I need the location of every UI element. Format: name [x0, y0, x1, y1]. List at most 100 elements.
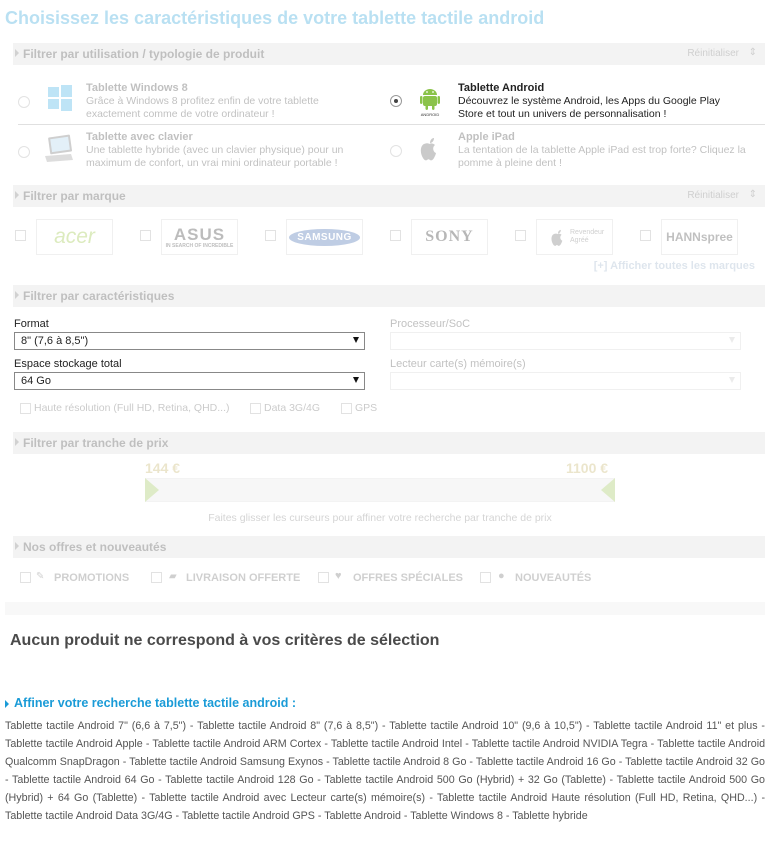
expand-arrow-icon — [15, 191, 19, 199]
show-all-brands-link[interactable]: [+] Afficher toutes les marques — [594, 260, 755, 272]
price-slider-max-handle[interactable] — [601, 478, 615, 502]
refine-link[interactable]: Tablette tactile Android ARM Cortex — [152, 738, 321, 750]
checkbox-new-arrivals[interactable] — [480, 572, 491, 583]
link-separator: - — [137, 792, 150, 804]
brand-name: HANNspree — [666, 230, 733, 244]
features-section-title: Filtrer par caractéristiques — [23, 289, 175, 303]
refine-link[interactable]: Tablette tactile Android 11" et plus — [593, 720, 757, 732]
refine-link[interactable]: Tablette Android — [324, 810, 401, 822]
refine-link[interactable]: Tablette tactile Android 500 Go (Hybrid)… — [324, 774, 606, 786]
refine-link[interactable]: Tablette tactile Android 128 Go — [165, 774, 313, 786]
radio-android[interactable] — [390, 95, 402, 107]
card-reader-select[interactable] — [390, 372, 741, 390]
usage-item-title: Apple iPad — [458, 131, 515, 143]
refine-link[interactable]: Tablette tactile Android 8 Go — [332, 756, 466, 768]
usage-item-title: Tablette avec clavier — [86, 131, 193, 143]
refine-link[interactable]: Tablette tactile Android 10" (9,6 à 10,5… — [389, 720, 582, 732]
link-separator: - — [466, 756, 476, 768]
refine-link[interactable]: Tablette tactile Android Haute résolutio… — [437, 792, 757, 804]
checkbox-data-3g4g[interactable] — [250, 403, 261, 414]
sort-arrows-icon[interactable]: ⇕ — [749, 189, 757, 200]
brand-reset-link[interactable]: Réinitialiser — [687, 190, 739, 201]
divider — [18, 124, 765, 125]
refine-link[interactable]: Tablette tactile Android Data 3G/4G — [5, 810, 173, 822]
brand-name: Revendeur Agréé — [570, 229, 605, 244]
usage-item-desc: Découvrez le système Android, les Apps d… — [458, 95, 721, 120]
link-separator: - — [400, 810, 411, 822]
checkbox-high-resolution[interactable] — [20, 403, 31, 414]
refine-link[interactable]: Tablette hybride — [512, 810, 587, 822]
brand-logo-acer[interactable]: acer — [36, 219, 113, 255]
chevron-down-icon — [353, 337, 359, 343]
filter-panel: Filtrer par utilisation / typologie de p… — [5, 38, 765, 615]
brand-name: acer — [54, 225, 95, 248]
high-resolution-label: Haute résolution (Full HD, Retina, QHD..… — [34, 402, 230, 414]
offers-section-header[interactable]: Nos offres et nouveautés — [13, 536, 765, 558]
price-section-title: Filtrer par tranche de prix — [23, 436, 169, 450]
price-slider-min-handle[interactable] — [145, 478, 159, 502]
refine-link[interactable]: Tablette tactile Android 32 Go — [625, 756, 765, 768]
price-slider-track[interactable] — [145, 478, 615, 502]
link-separator: - — [605, 774, 617, 786]
checkbox-brand-asus[interactable] — [140, 230, 151, 241]
no-results-message: Aucun produit ne correspond à vos critèr… — [10, 632, 440, 649]
brand-section-header[interactable]: Filtrer par marque Réinitialiser ⇕ — [13, 185, 765, 207]
offers-section-title: Nos offres et nouveautés — [23, 540, 167, 554]
refine-link[interactable]: Tablette tactile Android NVIDIA Tegra — [472, 738, 648, 750]
brand-logo-asus[interactable]: ASUS IN SEARCH OF INCREDIBLE — [161, 219, 238, 255]
brand-logo-sony[interactable]: SONY — [411, 219, 488, 255]
refine-link[interactable]: Tablette tactile Android avec Lecteur ca… — [149, 792, 425, 804]
special-offers-label: OFFRES SPÉCIALES — [353, 572, 464, 584]
new-arrivals-label: NOUVEAUTÉS — [515, 572, 592, 584]
refine-link[interactable]: Tablette Windows 8 — [410, 810, 503, 822]
refine-link[interactable]: Tablette tactile Android 16 Go — [476, 756, 616, 768]
storage-select[interactable]: 64 Go — [14, 372, 365, 390]
checkbox-free-delivery[interactable] — [151, 572, 162, 583]
link-separator: - — [313, 774, 325, 786]
brand-logo-hannspree[interactable]: HANNspree — [661, 219, 738, 255]
apple-icon — [420, 138, 436, 161]
checkbox-special-offers[interactable] — [318, 572, 329, 583]
brand-logo-apple[interactable]: Revendeur Agréé — [536, 219, 613, 255]
processor-select[interactable] — [390, 332, 741, 350]
checkbox-brand-samsung[interactable] — [265, 230, 276, 241]
link-separator: - — [154, 774, 166, 786]
checkbox-brand-apple[interactable] — [515, 230, 526, 241]
features-section-header[interactable]: Filtrer par caractéristiques — [13, 285, 765, 307]
radio-keyboard-tablet[interactable] — [18, 146, 30, 158]
usage-section-header[interactable]: Filtrer par utilisation / typologie de p… — [13, 43, 765, 65]
link-separator: - — [321, 738, 331, 750]
apple-icon — [551, 229, 563, 246]
sort-arrows-icon[interactable]: ⇕ — [749, 47, 757, 58]
refine-title: Affiner votre recherche tablette tactile… — [14, 696, 297, 710]
checkbox-promotions[interactable] — [20, 572, 31, 583]
checkbox-brand-acer[interactable] — [15, 230, 26, 241]
format-select[interactable]: 8" (7,6 à 8,5") — [14, 332, 365, 350]
checkbox-brand-hannspree[interactable] — [640, 230, 651, 241]
usage-item-desc: La tentation de la tablette Apple iPad e… — [458, 144, 746, 169]
refine-link[interactable]: Tablette tactile Android 64 Go — [12, 774, 154, 786]
usage-item-desc: Une tablette hybride (avec un clavier ph… — [86, 144, 344, 169]
link-separator: - — [502, 810, 513, 822]
radio-windows8[interactable] — [18, 96, 30, 108]
price-min-value: 144 € — [145, 460, 181, 476]
usage-reset-link[interactable]: Réinitialiser — [687, 48, 739, 59]
refine-link[interactable]: Tablette tactile Android Intel — [331, 738, 462, 750]
price-section-header[interactable]: Filtrer par tranche de prix — [13, 432, 765, 454]
checkbox-brand-sony[interactable] — [390, 230, 401, 241]
free-delivery-label: LIVRAISON OFFERTE — [186, 572, 301, 584]
chevron-down-icon — [353, 377, 359, 383]
radio-ipad[interactable] — [390, 145, 402, 157]
usage-section-title: Filtrer par utilisation / typologie de p… — [23, 47, 265, 61]
data-3g4g-label: Data 3G/4G — [264, 402, 321, 414]
android-icon-caption: ANDROID — [421, 112, 440, 117]
refine-link[interactable]: Tablette tactile Android 8" (7,6 à 8,5") — [197, 720, 378, 732]
refine-link[interactable]: Tablette tactile Android 7" (6,6 à 7,5") — [5, 720, 186, 732]
refine-link[interactable]: Tablette tactile Android GPS — [182, 810, 315, 822]
brand-logo-samsung[interactable]: SAMSUNG — [286, 219, 363, 255]
checkbox-gps[interactable] — [341, 403, 352, 414]
android-icon: ANDROID — [420, 89, 440, 117]
refine-link[interactable]: Tablette tactile Android Samsung Exynos — [129, 756, 323, 768]
refine-link[interactable]: Tablette tactile Android Apple — [5, 738, 143, 750]
format-select-value: 8" (7,6 à 8,5") — [21, 335, 89, 347]
